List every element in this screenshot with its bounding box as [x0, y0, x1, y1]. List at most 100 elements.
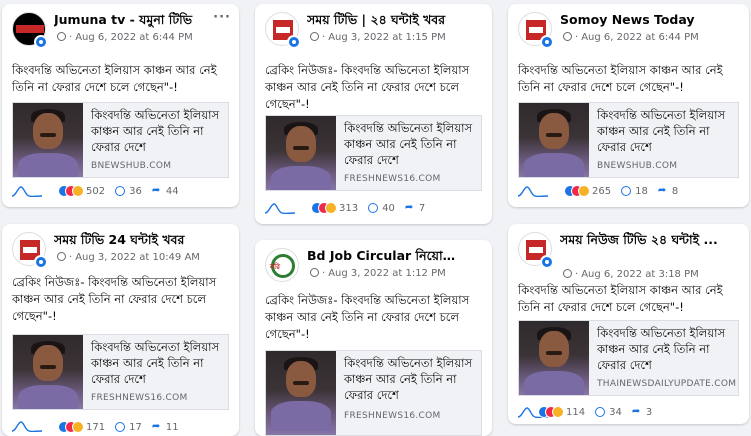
post-date[interactable]: Aug 3, 2022 at 10:49 AM [75, 252, 200, 263]
globe-icon [563, 32, 572, 41]
post-text: ব্রেকিং নিউজঃ- কিংবদন্তি অভিনেতা ইলিয়াস… [265, 63, 470, 111]
page-name[interactable]: সময় টিভি 24 ঘন্টাই খবর [54, 232, 209, 248]
post-card: Somoy News Today · Aug 6, 2022 at 6:44 PM… [508, 4, 749, 207]
share-count: 11 [165, 421, 179, 433]
reaction-count: 114 [566, 406, 586, 418]
share-icon: ➦ [151, 185, 161, 196]
comment-icon [595, 407, 606, 417]
share-icon: ➦ [151, 421, 161, 432]
link-thumbnail [519, 103, 589, 177]
post-stats: 171 17 ➦ 11 [58, 419, 189, 435]
reaction-count: 313 [339, 202, 359, 214]
post-date[interactable]: Aug 3, 2022 at 1:15 PM [328, 32, 446, 43]
more-dots-icon[interactable]: ··· [213, 11, 231, 24]
post-header: সময় নিউজ টিভি ২৪ ঘন্টাই ... · Aug 6, 202… [518, 232, 741, 280]
verified-badge-icon [34, 255, 48, 269]
reactions-icon [58, 421, 84, 433]
reaction-count: 502 [86, 185, 106, 197]
post-date[interactable]: Aug 6, 2022 at 3:18 PM [581, 269, 699, 280]
link-domain: BNEWSHUB.COM [91, 161, 172, 171]
globe-icon [310, 32, 319, 41]
link-title: কিংবদন্তি অভিনেতা ইলিয়াস কাঞ্চন আর নেই … [91, 108, 220, 154]
post-header: সময় টিভি | ২৪ ঘন্টাই খবর · Aug 3, 2022 a… [265, 12, 484, 52]
post-meta: · Aug 3, 2022 at 1:12 PM [307, 267, 446, 281]
page-name[interactable]: Jumuna tv - যমুনা টিভি [54, 12, 209, 28]
share-icon: ➦ [404, 202, 414, 213]
link-preview[interactable]: কিংবদন্তি অভিনেতা ইলিয়াস কাঞ্চন আর নেই … [265, 350, 482, 436]
verified-badge-icon [34, 35, 48, 49]
post-date[interactable]: Aug 6, 2022 at 6:44 PM [581, 32, 699, 43]
post-meta: · Aug 3, 2022 at 1:15 PM [307, 31, 446, 45]
link-domain: FRESHNEWS16.COM [91, 393, 188, 403]
page-name[interactable]: Bd Job Circular নিয়োগ ... [307, 248, 462, 264]
link-title: কিংবদন্তি অভিনেতা ইলিয়াস কাঞ্চন আর নেই … [597, 108, 726, 154]
verified-badge-icon [287, 35, 301, 49]
post-text: কিংবদন্তি অভিনেতা ইলিয়াস কাঞ্চন আর নেই … [518, 283, 723, 314]
post-stats: 313 40 ➦ 7 [311, 200, 435, 216]
link-preview[interactable]: কিংবদন্তি অভিনেতা ইলিয়াস কাঞ্চন আর নেই … [12, 334, 229, 410]
link-thumbnail [266, 351, 336, 435]
link-preview[interactable]: কিংবদন্তি অভিনেতা ইলিয়াস কাঞ্চন আর নেই … [518, 102, 739, 178]
globe-icon [310, 268, 319, 277]
post-card: সময় টিভি 24 ঘন্টাই খবর · Aug 3, 2022 at … [2, 224, 239, 436]
link-thumbnail [13, 335, 83, 409]
reactions-icon [311, 202, 337, 214]
post-meta: · Aug 6, 2022 at 6:44 PM [54, 31, 193, 45]
page-name[interactable]: Somoy News Today [560, 12, 719, 28]
post-meta: · Aug 6, 2022 at 6:44 PM [560, 31, 699, 45]
post-text: ব্রেকিং নিউজঃ- কিংবদন্তি অভিনেতা ইলিয়াস… [265, 293, 470, 341]
page-name[interactable]: সময় নিউজ টিভি ২৪ ঘন্টাই ... [560, 232, 719, 264]
link-preview[interactable]: কিংবদন্তি অভিনেতা ইলিয়াস কাঞ্চন আর নেই … [12, 102, 229, 178]
post-stats: 502 36 ➦ 44 [58, 183, 189, 199]
page-name[interactable]: সময় টিভি | ২৪ ঘন্টাই খবর [307, 12, 462, 28]
link-domain: FRESHNEWS16.COM [344, 411, 441, 421]
share-count: 8 [671, 185, 679, 197]
verified-badge-icon [540, 35, 554, 49]
share-count: 44 [165, 185, 179, 197]
comment-icon [368, 203, 379, 213]
reaction-count: 265 [592, 185, 612, 197]
post-text: কিংবদন্তি অভিনেতা ইলিয়াস কাঞ্চন আর নেই … [518, 63, 723, 94]
link-title: কিংবদন্তি অভিনেতা ইলিয়াস কাঞ্চন আর নেই … [91, 340, 220, 386]
globe-icon [57, 252, 66, 261]
post-card: Jumuna tv - যমুনা টিভি · Aug 6, 2022 at 6… [2, 4, 239, 207]
share-count: 3 [645, 406, 653, 418]
engagement-sparkline [12, 186, 42, 197]
link-thumbnail [13, 103, 83, 177]
engagement-sparkline [265, 203, 295, 214]
post-text: ব্রেকিং নিউজঃ- কিংবদন্তি অভিনেতা ইলিয়াস… [12, 275, 217, 323]
post-stats: 114 34 ➦ 3 [538, 404, 662, 420]
comment-count: 34 [609, 406, 622, 418]
post-date[interactable]: Aug 3, 2022 at 1:12 PM [328, 268, 446, 279]
link-preview[interactable]: কিংবদন্তি অভিনেতা ইলিয়াস কাঞ্চন আর নেই … [265, 115, 482, 191]
link-title: কিংবদন্তি অভিনেতা ইলিয়াস কাঞ্চন আর নেই … [597, 326, 726, 372]
share-icon: ➦ [631, 406, 641, 417]
comment-icon [115, 186, 126, 196]
verified-badge-icon [540, 255, 554, 269]
link-domain: BNEWSHUB.COM [597, 161, 678, 171]
post-header: Somoy News Today · Aug 6, 2022 at 6:44 PM [518, 12, 741, 52]
link-thumbnail [266, 116, 336, 190]
share-icon: ➦ [657, 185, 667, 196]
engagement-sparkline [518, 186, 548, 197]
post-card: সময় নিউজ টিভি ২৪ ঘন্টাই ... · Aug 6, 202… [508, 224, 749, 424]
reactions-icon [538, 406, 564, 418]
link-preview[interactable]: কিংবদন্তি অভিনেতা ইলিয়াস কাঞ্চন আর নেই … [518, 320, 739, 396]
post-date[interactable]: Aug 6, 2022 at 6:44 PM [75, 32, 193, 43]
comment-icon [115, 422, 126, 432]
reactions-icon [58, 185, 84, 197]
reactions-icon [564, 185, 590, 197]
link-title: কিংবদন্তি অভিনেতা ইলিয়াস কাঞ্চন আর নেই … [344, 356, 473, 402]
link-domain: THAINEWSDAILYUPDATE.COM [597, 379, 737, 389]
reaction-count: 171 [86, 421, 106, 433]
post-header: সময় টিভি 24 ঘন্টাই খবর · Aug 3, 2022 at … [12, 232, 231, 272]
post-card: নরি Bd Job Circular নিয়োগ ... · Aug 3, 2… [255, 240, 492, 436]
comment-count: 40 [382, 202, 395, 214]
link-title: কিংবদন্তি অভিনেতা ইলিয়াস কাঞ্চন আর নেই … [344, 121, 473, 167]
comment-count: 18 [635, 185, 648, 197]
comment-count: 36 [129, 185, 142, 197]
comment-count: 17 [129, 421, 142, 433]
post-card: সময় টিভি | ২৪ ঘন্টাই খবর · Aug 3, 2022 a… [255, 4, 492, 224]
page-avatar[interactable]: নরি [265, 248, 299, 282]
post-meta: · Aug 6, 2022 at 3:18 PM [560, 268, 699, 282]
